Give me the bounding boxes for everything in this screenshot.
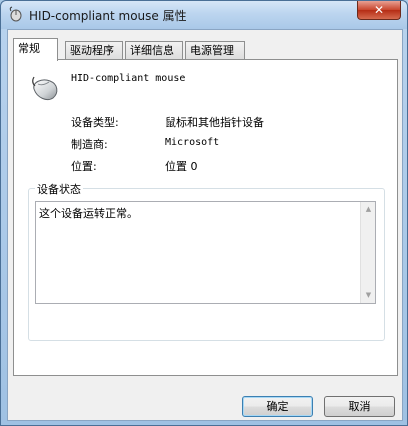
manufacturer-value: Microsoft: [165, 137, 220, 148]
tab-details[interactable]: 详细信息: [125, 41, 183, 60]
device-type-value: 鼠标和其他指针设备: [165, 116, 264, 129]
location-label: 位置:: [71, 160, 97, 173]
device-status-text: 这个设备运转正常。: [39, 207, 138, 220]
tab-power-management[interactable]: 电源管理: [185, 41, 245, 60]
window-title: HID-compliant mouse 属性: [29, 9, 187, 23]
mouse-icon: [9, 6, 22, 22]
location-value: 位置 0: [165, 160, 198, 173]
device-status-textbox[interactable]: 这个设备运转正常。 ▲ ▼: [35, 201, 376, 304]
dialog-client-area: 常规 驱动程序 详细信息 电源管理 HID-compliant mouse 设备…: [7, 29, 403, 421]
tab-driver[interactable]: 驱动程序: [65, 41, 123, 60]
close-button[interactable]: ✕: [357, 1, 401, 20]
manufacturer-label: 制造商:: [71, 138, 108, 151]
tab-general[interactable]: 常规: [13, 38, 58, 61]
device-status-title: 设备状态: [35, 181, 83, 197]
status-scrollbar[interactable]: ▲ ▼: [360, 202, 375, 303]
device-status-group: 设备状态 这个设备运转正常。 ▲ ▼: [28, 181, 385, 341]
device-type-label: 设备类型:: [71, 116, 119, 129]
device-name: HID-compliant mouse: [71, 73, 186, 84]
mouse-icon: [32, 76, 58, 101]
properties-window: HID-compliant mouse 属性 ✕ 常规 驱动程序 详细信息 电源…: [0, 0, 408, 426]
cancel-button[interactable]: 取消: [324, 396, 395, 417]
scroll-up-arrow-icon[interactable]: ▲: [362, 202, 375, 217]
title-bar[interactable]: HID-compliant mouse 属性 ✕: [1, 1, 407, 29]
ok-button[interactable]: 确定: [242, 396, 313, 417]
general-tab-panel: HID-compliant mouse 设备类型: 鼠标和其他指针设备 制造商:…: [13, 59, 398, 376]
scroll-down-arrow-icon[interactable]: ▼: [362, 288, 375, 303]
